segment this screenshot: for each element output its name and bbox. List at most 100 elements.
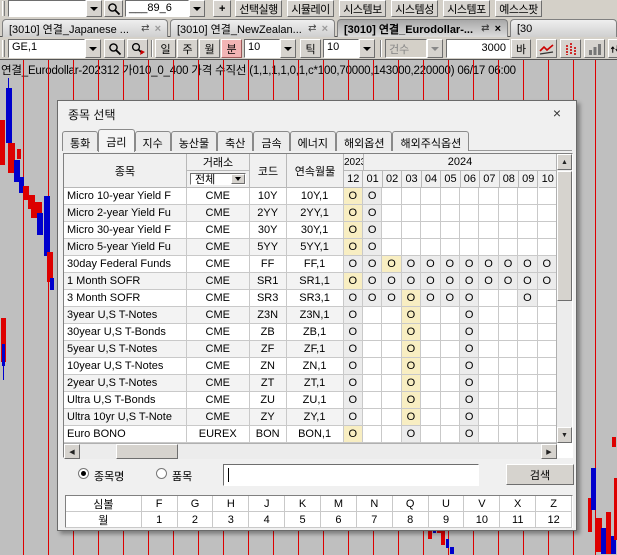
- cell-exchange[interactable]: CME: [187, 188, 250, 205]
- toolbar-button-2[interactable]: 시뮬레이: [287, 0, 334, 17]
- month-cell-02[interactable]: [382, 188, 401, 205]
- cell-code[interactable]: 5YY: [250, 239, 287, 256]
- cell-code[interactable]: ZU: [250, 392, 287, 409]
- exchange-filter-combo[interactable]: 전체: [190, 173, 246, 185]
- month-cell-12[interactable]: O: [344, 256, 363, 273]
- month-cell-08[interactable]: [499, 222, 518, 239]
- close-tab-icon[interactable]: ×: [155, 23, 161, 35]
- month-cell-10[interactable]: [538, 188, 557, 205]
- month-cell-07[interactable]: O: [479, 273, 498, 290]
- month-cell-12[interactable]: O: [344, 375, 363, 392]
- table-row[interactable]: Micro 30-year Yield FCME30Y30Y,1OO: [64, 222, 557, 239]
- table-row[interactable]: 3 Month SOFRCMESR3SR3,1OOOOOOOO: [64, 290, 557, 307]
- month-cell-10[interactable]: [538, 307, 557, 324]
- month-cell-06[interactable]: O: [460, 392, 479, 409]
- month-cell-01[interactable]: [363, 426, 382, 443]
- cell-continuous[interactable]: SR3,1: [287, 290, 344, 307]
- cell-name[interactable]: Micro 30-year Yield F: [64, 222, 187, 239]
- month-cell-12[interactable]: O: [344, 290, 363, 307]
- month-cell-05[interactable]: [441, 392, 460, 409]
- cell-name[interactable]: 3year U,S T-Notes: [64, 307, 187, 324]
- month-cell-01[interactable]: O: [363, 256, 382, 273]
- month-cell-05[interactable]: [441, 222, 460, 239]
- radio-item-label[interactable]: 품목: [172, 468, 192, 484]
- table-row[interactable]: Micro 5-year Yield FuCME5YY5YY,1OO: [64, 239, 557, 256]
- chevron-down-icon[interactable]: [85, 39, 101, 58]
- bar-count-input[interactable]: 3000: [446, 39, 510, 58]
- period-week-button[interactable]: 주: [177, 39, 198, 58]
- chevron-down-icon[interactable]: [231, 174, 245, 184]
- cell-continuous[interactable]: Z3N,1: [287, 307, 344, 324]
- table-row[interactable]: Ultra U,S T-BondsCMEZUZU,1OOO: [64, 392, 557, 409]
- month-cell-07[interactable]: [479, 324, 498, 341]
- cell-continuous[interactable]: FF,1: [287, 256, 344, 273]
- month-cell-02[interactable]: [382, 239, 401, 256]
- zoom-out-button[interactable]: [127, 39, 148, 58]
- cell-name[interactable]: Micro 10-year Yield F: [64, 188, 187, 205]
- cell-code[interactable]: FF: [250, 256, 287, 273]
- month-cell-03[interactable]: O: [402, 324, 421, 341]
- month-cell-08[interactable]: [499, 426, 518, 443]
- month-cell-08[interactable]: [499, 375, 518, 392]
- month-cell-02[interactable]: [382, 324, 401, 341]
- dialog-tab-7[interactable]: 에너지: [290, 131, 336, 151]
- month-cell-02[interactable]: [382, 341, 401, 358]
- scroll-left-icon[interactable]: ◀: [64, 444, 80, 459]
- dialog-tab-2[interactable]: 금리: [98, 129, 134, 152]
- month-cell-08[interactable]: O: [499, 256, 518, 273]
- scroll-up-icon[interactable]: ▲: [557, 154, 572, 170]
- month-cell-09[interactable]: [518, 188, 537, 205]
- cell-code[interactable]: ZB: [250, 324, 287, 341]
- search-input[interactable]: [223, 464, 479, 486]
- month-cell-05[interactable]: [441, 307, 460, 324]
- month-cell-10[interactable]: [538, 205, 557, 222]
- month-cell-07[interactable]: [479, 239, 498, 256]
- month-cell-12[interactable]: O: [344, 222, 363, 239]
- cell-exchange[interactable]: CME: [187, 239, 250, 256]
- cell-name[interactable]: Ultra 10yr U,S T-Note: [64, 409, 187, 426]
- month-cell-04[interactable]: [421, 409, 440, 426]
- month-cell-05[interactable]: [441, 426, 460, 443]
- month-cell-01[interactable]: O: [363, 273, 382, 290]
- cell-code[interactable]: SR3: [250, 290, 287, 307]
- window-tab-1[interactable]: [3010] 연결_Japanese ...⇄×: [2, 19, 168, 37]
- month-cell-04[interactable]: [421, 307, 440, 324]
- month-cell-10[interactable]: [538, 324, 557, 341]
- month-cell-09[interactable]: [518, 375, 537, 392]
- cell-exchange[interactable]: CME: [187, 341, 250, 358]
- month-cell-09[interactable]: O: [518, 273, 537, 290]
- month-cell-03[interactable]: [402, 205, 421, 222]
- window-tab-2[interactable]: [3010] 연결_NewZealan...⇄×: [170, 19, 335, 37]
- month-cell-10[interactable]: [538, 426, 557, 443]
- cell-name[interactable]: 10year U,S T-Notes: [64, 358, 187, 375]
- month-cell-12[interactable]: O: [344, 239, 363, 256]
- table-row[interactable]: Ultra 10yr U,S T-NoteCMEZYZY,1OOO: [64, 409, 557, 426]
- vscroll-thumb[interactable]: [557, 171, 572, 301]
- cell-exchange[interactable]: CME: [187, 358, 250, 375]
- cell-continuous[interactable]: ZU,1: [287, 392, 344, 409]
- close-tab-icon[interactable]: ×: [495, 23, 501, 35]
- cell-code[interactable]: SR1: [250, 273, 287, 290]
- month-cell-02[interactable]: [382, 392, 401, 409]
- month-cell-09[interactable]: O: [518, 256, 537, 273]
- month-cell-02[interactable]: [382, 205, 401, 222]
- scroll-right-icon[interactable]: ▶: [541, 444, 557, 459]
- month-cell-09[interactable]: [518, 222, 537, 239]
- month-cell-12[interactable]: O: [344, 358, 363, 375]
- month-cell-02[interactable]: [382, 307, 401, 324]
- table-row[interactable]: 5year U,S T-NotesCMEZFZF,1OOO: [64, 341, 557, 358]
- month-cell-02[interactable]: [382, 409, 401, 426]
- month-cell-03[interactable]: O: [402, 392, 421, 409]
- month-cell-06[interactable]: O: [460, 358, 479, 375]
- month-cell-08[interactable]: [499, 341, 518, 358]
- cell-name[interactable]: 5year U,S T-Notes: [64, 341, 187, 358]
- month-cell-03[interactable]: O: [402, 426, 421, 443]
- chevron-down-icon[interactable]: [280, 39, 296, 58]
- window-tab-4[interactable]: [30: [510, 19, 617, 37]
- month-cell-08[interactable]: O: [499, 273, 518, 290]
- month-cell-04[interactable]: [421, 324, 440, 341]
- month-cell-08[interactable]: [499, 324, 518, 341]
- chevron-down-icon[interactable]: [189, 0, 205, 17]
- cell-name[interactable]: 2year U,S T-Notes: [64, 375, 187, 392]
- month-cell-08[interactable]: [499, 188, 518, 205]
